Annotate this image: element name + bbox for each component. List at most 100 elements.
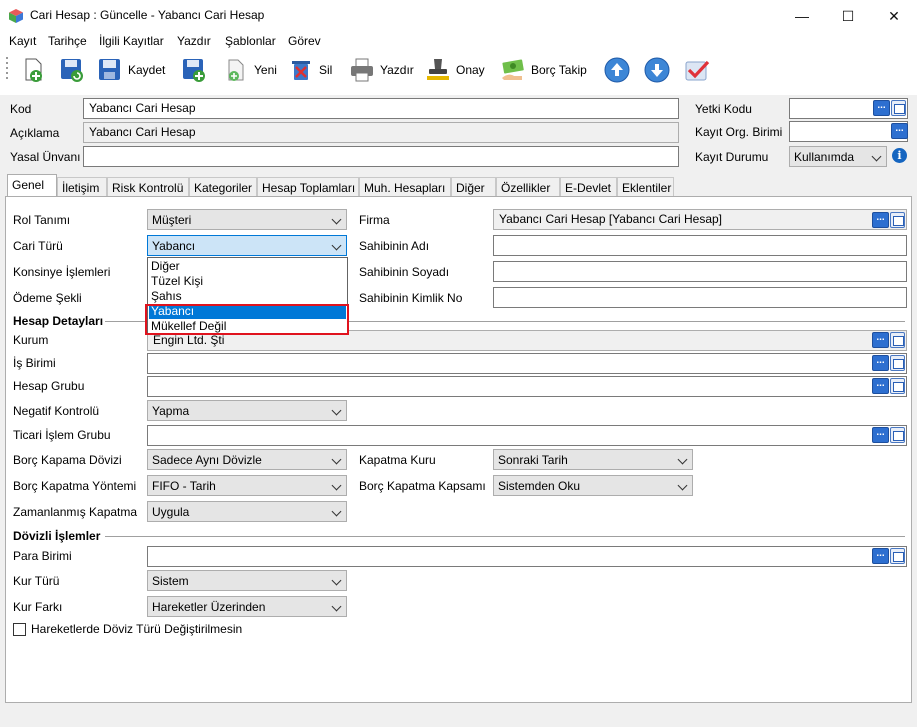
borc-kapsami-label: Borç Kapatma Kapsamı — [359, 479, 486, 493]
hesap-grubu-clear-button[interactable] — [890, 378, 905, 394]
kod-input[interactable]: Yabancı Cari Hesap — [83, 98, 679, 119]
new-button[interactable]: Yeni — [222, 52, 277, 88]
para-birimi-lookup-button[interactable]: ... — [872, 548, 889, 564]
move-up-button[interactable] — [603, 52, 631, 88]
ticari-islem-input[interactable] — [147, 425, 907, 446]
info-icon[interactable]: i — [892, 148, 907, 163]
doviz-degismesin-checkbox[interactable] — [13, 623, 26, 636]
dropdown-option-diger[interactable]: Diğer — [149, 259, 346, 274]
yasal-unvan-label: Yasal Ünvanı — [10, 150, 81, 164]
kurum-clear-button[interactable] — [890, 332, 905, 348]
ticari-islem-lookup-button[interactable]: ... — [872, 427, 889, 443]
tab-risk-kontrolu[interactable]: Risk Kontrolü — [107, 177, 189, 197]
rol-tanimi-select[interactable]: Müşteri — [147, 209, 347, 230]
is-birimi-input[interactable] — [147, 353, 907, 374]
delete-label: Sil — [319, 63, 333, 77]
dovizli-islemler-title: Dövizli İşlemler — [13, 529, 101, 543]
kur-farki-select[interactable]: Hareketler Üzerinden — [147, 596, 347, 617]
kapatma-kuru-value: Sonraki Tarih — [498, 453, 568, 467]
trash-icon — [292, 61, 310, 80]
tab-kategoriler[interactable]: Kategoriler — [189, 177, 257, 197]
tab-genel[interactable]: Genel — [7, 174, 57, 198]
kayit-org-lookup-button[interactable]: ... — [891, 123, 908, 139]
borc-kapama-doviz-select[interactable]: Sadece Aynı Dövizle — [147, 449, 347, 470]
dropdown-option-sahis[interactable]: Şahıs — [149, 289, 346, 304]
zamanlanmis-value: Uygula — [152, 505, 190, 519]
dropdown-option-tuzel-kisi[interactable]: Tüzel Kişi — [149, 274, 346, 289]
save-new-button[interactable] — [180, 52, 208, 88]
zamanlanmis-label: Zamanlanmış Kapatma — [13, 505, 138, 519]
ticari-islem-clear-button[interactable] — [890, 427, 905, 443]
sahibinin-kimlik-label: Sahibinin Kimlik No — [359, 291, 463, 305]
firma-lookup-button[interactable]: ... — [872, 212, 889, 228]
hesap-grubu-lookup-button[interactable]: ... — [872, 378, 889, 394]
para-birimi-clear-button[interactable] — [890, 548, 905, 564]
para-birimi-input[interactable] — [147, 546, 907, 567]
new-page-icon — [228, 59, 244, 81]
sahibinin-soyadi-input[interactable] — [493, 261, 907, 282]
chevron-down-icon — [331, 480, 342, 491]
kur-turu-select[interactable]: Sistem — [147, 570, 347, 591]
menu-yazdir[interactable]: Yazdır — [177, 34, 211, 48]
menu-kayit[interactable]: Kayıt — [9, 34, 36, 48]
tab-eklentiler[interactable]: Eklentiler — [617, 177, 674, 197]
borc-kapsami-value: Sistemden Oku — [498, 479, 581, 493]
tab-hesap-toplamlari[interactable]: Hesap Toplamları — [257, 177, 359, 197]
hesap-detaylari-title: Hesap Detayları — [13, 314, 104, 328]
yetki-kodu-lookup-button[interactable]: ... — [873, 100, 890, 116]
yasal-unvan-input[interactable] — [83, 146, 679, 167]
borc-kapatma-yontemi-select[interactable]: FIFO - Tarih — [147, 475, 347, 496]
rol-tanimi-label: Rol Tanımı — [13, 213, 71, 227]
tab-ozellikler[interactable]: Özellikler — [496, 177, 560, 197]
kurum-lookup-button[interactable]: ... — [872, 332, 889, 348]
chevron-down-icon — [331, 575, 342, 586]
kayit-durumu-select[interactable]: Kullanımda — [789, 146, 887, 167]
kapatma-kuru-select[interactable]: Sonraki Tarih — [493, 449, 693, 470]
cari-turu-select[interactable]: Yabancı — [147, 235, 347, 256]
kayit-durumu-value: Kullanımda — [794, 150, 855, 164]
tab-diger[interactable]: Diğer — [451, 177, 496, 197]
menu-tarihce[interactable]: Tarihçe — [48, 34, 87, 48]
zamanlanmis-select[interactable]: Uygula — [147, 501, 347, 522]
debt-track-button[interactable]: Borç Takip — [499, 52, 587, 88]
save-refresh-button[interactable] — [58, 52, 86, 88]
title-bar: Cari Hesap : Güncelle - Yabancı Cari Hes… — [0, 0, 917, 32]
aciklama-input[interactable]: Yabancı Cari Hesap — [83, 122, 679, 143]
negatif-kontrol-select[interactable]: Yapma — [147, 400, 347, 421]
chevron-down-icon — [331, 214, 342, 225]
chevron-down-icon — [331, 405, 342, 416]
borc-kapama-doviz-value: Sadece Aynı Dövizle — [152, 453, 262, 467]
firma-input[interactable]: Yabancı Cari Hesap [Yabancı Cari Hesap] — [493, 209, 907, 230]
chevron-down-icon — [331, 454, 342, 465]
sahibinin-kimlik-input[interactable] — [493, 287, 907, 308]
check-mark-icon — [685, 60, 710, 81]
tab-muh-hesaplari[interactable]: Muh. Hesapları — [359, 177, 451, 197]
yetki-kodu-clear-button[interactable] — [891, 100, 906, 116]
tab-e-devlet[interactable]: E-Devlet — [560, 177, 617, 197]
maximize-button[interactable]: ☐ — [825, 0, 871, 32]
firma-clear-button[interactable] — [890, 212, 905, 228]
confirm-check-button[interactable] — [683, 52, 711, 88]
borc-kapsami-select[interactable]: Sistemden Oku — [493, 475, 693, 496]
minimize-button[interactable]: — — [779, 0, 825, 32]
delete-button[interactable]: Sil — [287, 52, 332, 88]
save-button[interactable]: Kaydet — [96, 52, 165, 88]
close-button[interactable]: ✕ — [871, 0, 917, 32]
menu-sablonlar[interactable]: Şablonlar — [225, 34, 276, 48]
hesap-grubu-input[interactable] — [147, 376, 907, 397]
new-document-icon — [25, 58, 42, 82]
is-birimi-clear-button[interactable] — [890, 355, 905, 371]
tab-iletisim[interactable]: İletişim — [57, 177, 107, 197]
new-record-button[interactable] — [20, 52, 48, 88]
is-birimi-lookup-button[interactable]: ... — [872, 355, 889, 371]
sahibinin-adi-input[interactable] — [493, 235, 907, 256]
approve-button[interactable]: Onay — [424, 52, 485, 88]
printer-icon — [351, 58, 373, 82]
yetki-kodu-label: Yetki Kodu — [695, 102, 752, 116]
save-add-icon — [183, 59, 205, 82]
menu-ilgili-kayitlar[interactable]: İlgili Kayıtlar — [99, 34, 164, 48]
move-down-button[interactable] — [643, 52, 671, 88]
print-button[interactable]: Yazdır — [348, 52, 414, 88]
menu-gorev[interactable]: Görev — [288, 34, 321, 48]
kur-turu-value: Sistem — [152, 574, 189, 588]
